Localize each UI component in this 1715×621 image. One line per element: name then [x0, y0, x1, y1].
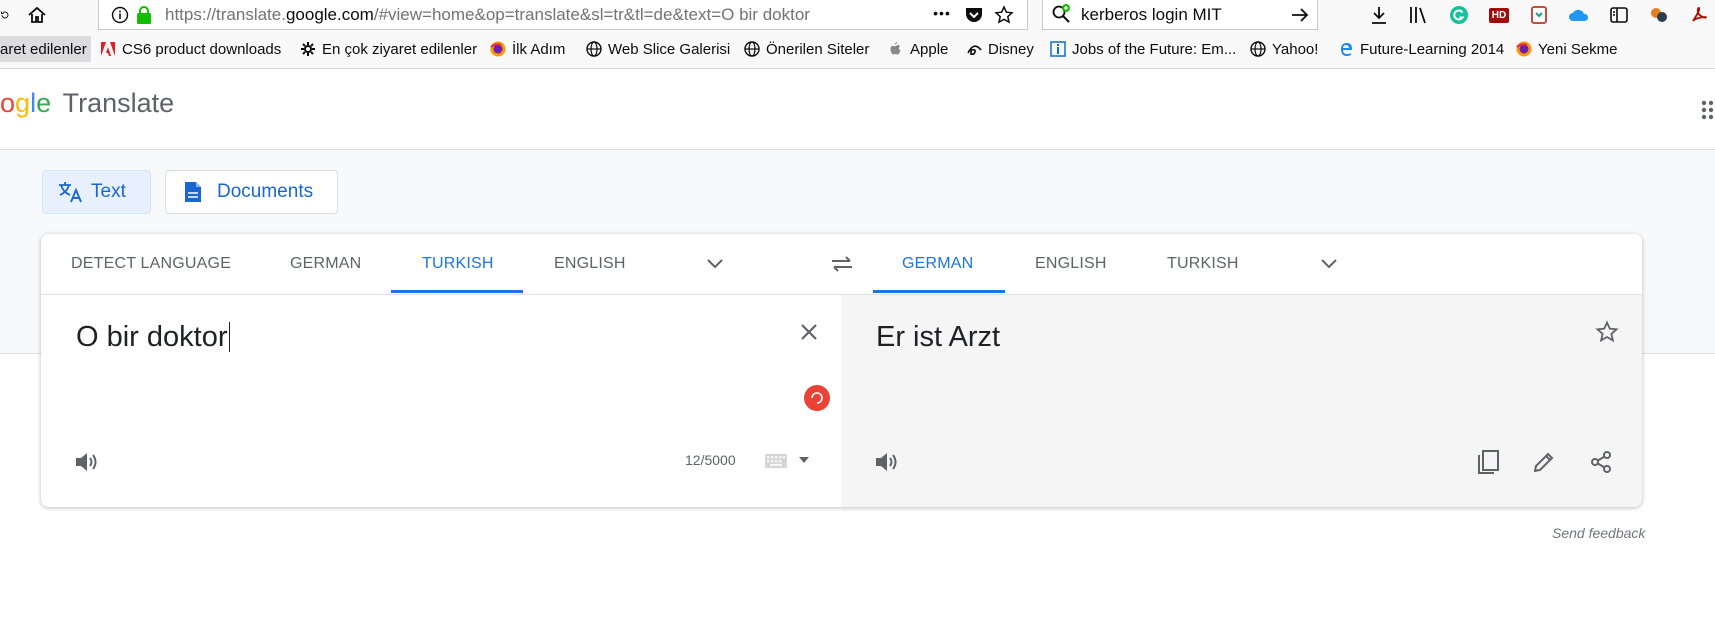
source-listen-speaker-icon[interactable] — [69, 445, 103, 479]
bookmark-most-visited[interactable]: En çok ziyaret edilenler — [300, 38, 477, 60]
grammarly-icon[interactable] — [1448, 4, 1470, 26]
disney-icon — [966, 41, 982, 57]
bookmark-apple[interactable]: Apple — [888, 38, 948, 60]
edge-icon — [1338, 41, 1354, 57]
search-box[interactable]: kerberos login MIT — [1042, 0, 1318, 30]
source-lang-detect[interactable]: DETECT LANGUAGE — [71, 234, 231, 294]
app-header: ogleogle Translate — [0, 69, 1715, 150]
loading-spinner-icon — [803, 384, 831, 412]
bookmark-web-slice[interactable]: Web Slice Galerisi — [586, 38, 730, 60]
save-translation-star-icon[interactable] — [1592, 317, 1622, 347]
keyboard-icon[interactable] — [763, 448, 789, 474]
source-more-languages-chevron-icon[interactable] — [703, 252, 727, 276]
bookmark-jobs[interactable]: Jobs of the Future: Em... — [1050, 38, 1236, 60]
bookmark-ilk-adim[interactable]: İlk Adım — [490, 38, 565, 60]
bookmark-future-learning[interactable]: Future-Learning 2014 — [1338, 38, 1504, 60]
clear-source-close-icon[interactable] — [794, 317, 824, 347]
site-info-icon[interactable] — [109, 4, 131, 26]
target-active-indicator — [873, 290, 1005, 293]
bookmark-yeni-sekme[interactable]: Yeni Sekme — [1516, 38, 1618, 60]
documents-mode-label: Documents — [217, 181, 314, 202]
translated-text: Er ist Arzt — [876, 321, 1001, 353]
globe-icon — [744, 41, 760, 57]
download-icon[interactable] — [1368, 4, 1390, 26]
target-lang-german[interactable]: GERMAN — [902, 234, 973, 294]
bookmark-yahoo[interactable]: Yahoo! — [1250, 38, 1318, 60]
firefox-icon — [490, 41, 506, 57]
translate-icon — [57, 179, 83, 205]
hd-addon-icon[interactable]: HD — [1488, 4, 1510, 26]
info-icon — [1050, 41, 1066, 57]
bookmark-disney[interactable]: Disney — [966, 38, 1034, 60]
edit-translation-pencil-icon[interactable] — [1527, 445, 1561, 479]
source-active-indicator — [391, 290, 523, 293]
text-cursor — [228, 322, 230, 352]
source-lang-english[interactable]: ENGLISH — [554, 234, 626, 294]
arrow-right-icon[interactable] — [1289, 4, 1311, 26]
apps-grid-icon[interactable] — [1700, 99, 1715, 123]
share-translation-icon[interactable] — [1584, 445, 1618, 479]
home-icon[interactable] — [26, 4, 48, 26]
source-lang-turkish[interactable]: TURKISH — [422, 234, 494, 294]
reload-icon[interactable] — [0, 4, 10, 26]
firefox-icon — [1516, 41, 1532, 57]
search-query[interactable]: kerberos login MIT — [1081, 5, 1222, 25]
input-tools-dropdown-icon[interactable] — [795, 451, 813, 469]
pdf-icon[interactable] — [1688, 4, 1710, 26]
send-feedback-link[interactable]: Send feedback — [1552, 525, 1645, 541]
gear-icon — [300, 41, 316, 57]
url-bar[interactable]: https://translate.google.com/#view=home&… — [98, 0, 1028, 30]
swap-languages-icon[interactable] — [828, 250, 856, 278]
target-listen-speaker-icon[interactable] — [869, 445, 903, 479]
character-count: 12/5000 — [685, 452, 736, 468]
bookmark-star-icon[interactable] — [993, 4, 1015, 26]
bookmark-onerilen[interactable]: Önerilen Siteler — [744, 38, 869, 60]
search-icon — [1051, 3, 1073, 25]
logo-letter: e — [36, 88, 52, 118]
source-text-input[interactable]: O bir doktor — [76, 321, 230, 354]
target-more-languages-chevron-icon[interactable] — [1317, 252, 1341, 276]
text-mode-button[interactable]: Text — [42, 170, 151, 214]
logo-letter: o — [0, 88, 16, 118]
google-translate-logo[interactable]: ogleogle Translate — [0, 88, 174, 119]
document-icon — [183, 179, 205, 205]
globe-icon — [1250, 41, 1266, 57]
copy-translation-icon[interactable] — [1471, 445, 1505, 479]
source-lang-german[interactable]: GERMAN — [290, 234, 361, 294]
page-actions-icon[interactable]: ••• — [929, 2, 955, 24]
bookmark-cs6[interactable]: CS6 product downloads — [100, 38, 281, 60]
library-icon[interactable] — [1408, 4, 1430, 26]
translation-card: DETECT LANGUAGE GERMAN TURKISH ENGLISH G… — [41, 234, 1642, 507]
sidebar-icon[interactable] — [1608, 4, 1630, 26]
product-name: Translate — [62, 88, 175, 118]
language-bar: DETECT LANGUAGE GERMAN TURKISH ENGLISH G… — [41, 234, 1642, 295]
target-lang-english[interactable]: ENGLISH — [1035, 234, 1107, 294]
logo-letter: g — [15, 88, 31, 118]
pocket-icon[interactable] — [963, 4, 985, 26]
documents-mode-button[interactable]: Documents — [165, 170, 338, 214]
target-lang-turkish[interactable]: TURKISH — [1167, 234, 1239, 294]
browser-toolbar: https://translate.google.com/#view=home&… — [0, 0, 1715, 30]
apple-icon — [888, 41, 904, 57]
onedrive-icon[interactable] — [1568, 4, 1590, 26]
bookmark-folder[interactable]: aret edilenler — [0, 36, 91, 62]
extension-icon[interactable] — [1648, 4, 1670, 26]
text-mode-label: Text — [91, 181, 126, 202]
lock-icon — [133, 4, 155, 26]
globe-icon — [586, 41, 602, 57]
logo-text: ogleogle — [0, 88, 51, 118]
url-text[interactable]: https://translate.google.com/#view=home&… — [165, 5, 810, 25]
adobe-icon — [100, 41, 116, 57]
source-pane: O bir doktor 12/5000 — [41, 295, 841, 507]
target-pane: Er ist Arzt — [841, 295, 1642, 507]
pocket-save-icon[interactable] — [1528, 4, 1550, 26]
